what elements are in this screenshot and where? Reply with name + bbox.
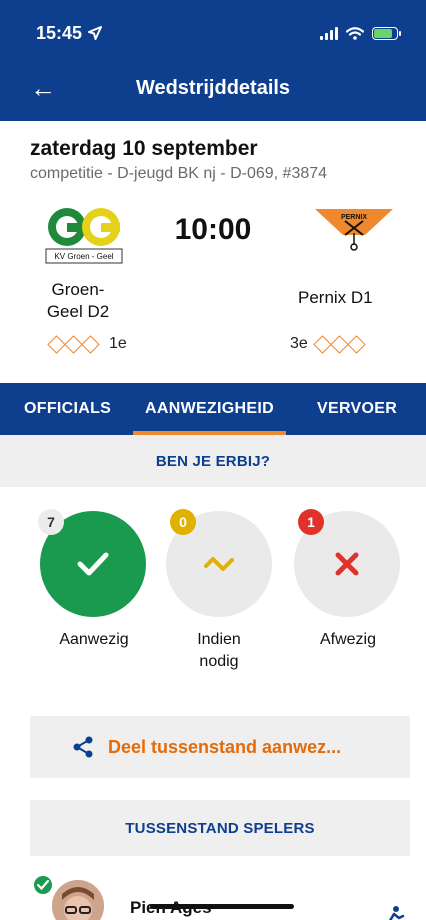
present-count-badge: 7	[38, 509, 64, 535]
away-rank-text: 3e	[290, 335, 308, 352]
away-team-rank: 3e	[290, 334, 367, 354]
diamond-rating-icon	[313, 334, 367, 354]
status-bar: 15:45	[36, 22, 401, 44]
avatar	[52, 880, 104, 920]
location-arrow-icon	[88, 26, 103, 40]
match-card: KV Groen - Geel 10:00 PERNIX Groen- Geel…	[0, 183, 426, 383]
app-header: 15:45 ← Wedstrijddetails	[0, 0, 426, 121]
battery-icon	[372, 26, 401, 40]
home-team-logo-text: KV Groen - Geel	[54, 252, 113, 261]
if-needed-label: Indien nodig	[166, 629, 272, 673]
away-team-logo-text: PERNIX	[341, 214, 367, 221]
if-needed-label-line2: nodig	[199, 653, 239, 670]
attendance-options: 7 0 1 Aanwezig Indien nodig Afwezig	[0, 487, 426, 692]
home-team-name-line2: Geel D2	[46, 302, 110, 321]
if-needed-count-badge: 0	[170, 509, 196, 535]
zigzag-icon	[204, 557, 234, 571]
tab-bar: OFFICIALS AANWEZIGHEID VERVOER	[0, 383, 426, 435]
absent-label: Afwezig	[319, 631, 377, 648]
home-team-name[interactable]: Groen- Geel D2	[38, 279, 118, 323]
tab-aanwezigheid[interactable]: AANWEZIGHEID	[133, 383, 286, 435]
wifi-icon	[346, 26, 364, 40]
share-icon	[73, 736, 93, 758]
match-date: zaterdag 10 september	[30, 137, 258, 160]
tab-officials[interactable]: OFFICIALS	[24, 383, 111, 435]
present-label: Aanwezig	[59, 631, 129, 648]
if-needed-label-line1: Indien	[197, 631, 241, 648]
signal-icon	[320, 26, 338, 40]
share-button[interactable]: Deel tussenstand aanwez...	[30, 716, 410, 778]
status-time-group: 15:45	[36, 22, 103, 44]
status-time: 15:45	[36, 22, 83, 43]
diamond-rating-icon	[47, 334, 101, 354]
players-section-title: TUSSENSTAND SPELERS	[30, 800, 410, 856]
attendance-question: BEN JE ERBIJ?	[0, 435, 426, 487]
player-action-icon[interactable]	[376, 904, 406, 920]
away-team-name[interactable]: Pernix D1	[298, 288, 373, 308]
home-team-rank: 1e	[47, 334, 127, 354]
home-rank-text: 1e	[109, 335, 127, 352]
player-row[interactable]: Pien Ages	[0, 870, 426, 920]
check-icon	[77, 552, 109, 576]
tab-vervoer[interactable]: VERVOER	[317, 383, 397, 435]
match-info: zaterdag 10 september competitie - D-jeu…	[0, 121, 426, 183]
cross-icon	[335, 552, 359, 576]
away-team-logo: PERNIX	[315, 209, 393, 251]
home-team-name-line1: Groen-	[51, 280, 105, 299]
present-check-icon	[32, 874, 54, 896]
home-indicator	[150, 904, 294, 909]
back-arrow-icon[interactable]: ←	[30, 75, 56, 101]
absent-count-badge: 1	[298, 509, 324, 535]
share-label: Deel tussenstand aanwez...	[108, 736, 342, 757]
match-competition: competitie - D-jeugd BK nj - D-069, #387…	[30, 165, 328, 182]
page-title: Wedstrijddetails	[135, 76, 291, 99]
system-icons	[320, 26, 401, 40]
nav-bar: ← Wedstrijddetails	[0, 66, 426, 110]
